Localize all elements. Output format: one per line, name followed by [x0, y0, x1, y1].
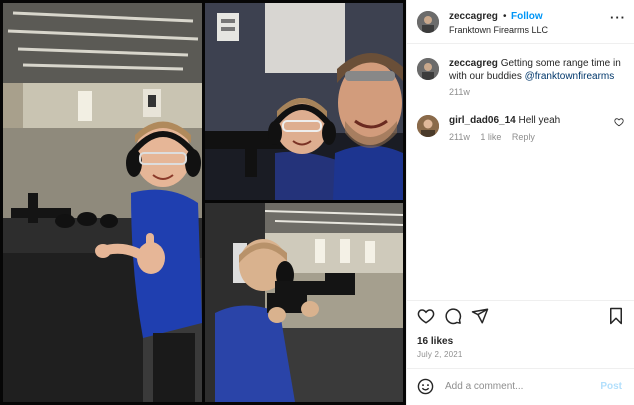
post-caption: zeccagreg Getting some range time in wit…	[449, 57, 629, 83]
photo-selfie-man-and-boy	[205, 3, 403, 200]
caption-username[interactable]: zeccagreg	[449, 58, 498, 69]
post-date[interactable]: July 2, 2021	[417, 350, 463, 359]
more-options-icon[interactable]: ···	[610, 10, 626, 25]
comment-likes-count[interactable]: 1 like	[480, 132, 501, 142]
photo-boy-at-range	[3, 3, 202, 402]
post-location[interactable]: Franktown Firearms LLC	[449, 25, 548, 35]
comment-reply-button[interactable]: Reply	[512, 132, 535, 142]
comment-text: Hell yeah	[518, 115, 561, 126]
comment-timestamp[interactable]: 211w	[449, 132, 470, 142]
separator-dot: •	[503, 11, 507, 22]
comment-username[interactable]: girl_dad06_14	[449, 115, 516, 126]
bookmark-icon[interactable]	[607, 307, 625, 325]
likes-count[interactable]: 16 likes	[417, 336, 453, 347]
heart-icon[interactable]	[417, 307, 435, 325]
author-username[interactable]: zeccagreg	[449, 11, 498, 22]
post-comment-button[interactable]: Post	[600, 381, 622, 392]
action-bar	[407, 300, 634, 330]
post-header	[407, 0, 634, 44]
smiley-icon[interactable]	[417, 378, 434, 395]
caption-avatar[interactable]	[417, 58, 439, 80]
comment: girl_dad06_14 Hell yeah	[449, 115, 560, 126]
comment-meta: 211w 1 like Reply	[449, 132, 543, 142]
author-avatar[interactable]	[417, 11, 439, 33]
paper-plane-icon[interactable]	[471, 307, 489, 325]
follow-button[interactable]: Follow	[511, 11, 543, 22]
photo-boy-aiming-rifle	[205, 203, 403, 402]
comment-like-heart-icon[interactable]	[614, 117, 624, 130]
caption-mention[interactable]: @franktownfirearms	[525, 71, 615, 82]
post-image-collage[interactable]	[0, 0, 406, 405]
commenter-avatar[interactable]	[417, 115, 439, 137]
post-sidebar: zeccagreg • Follow Franktown Firearms LL…	[406, 0, 634, 405]
comment-icon[interactable]	[444, 307, 462, 325]
add-comment-input[interactable]: Add a comment...	[445, 381, 523, 392]
caption-timestamp[interactable]: 211w	[449, 87, 470, 97]
